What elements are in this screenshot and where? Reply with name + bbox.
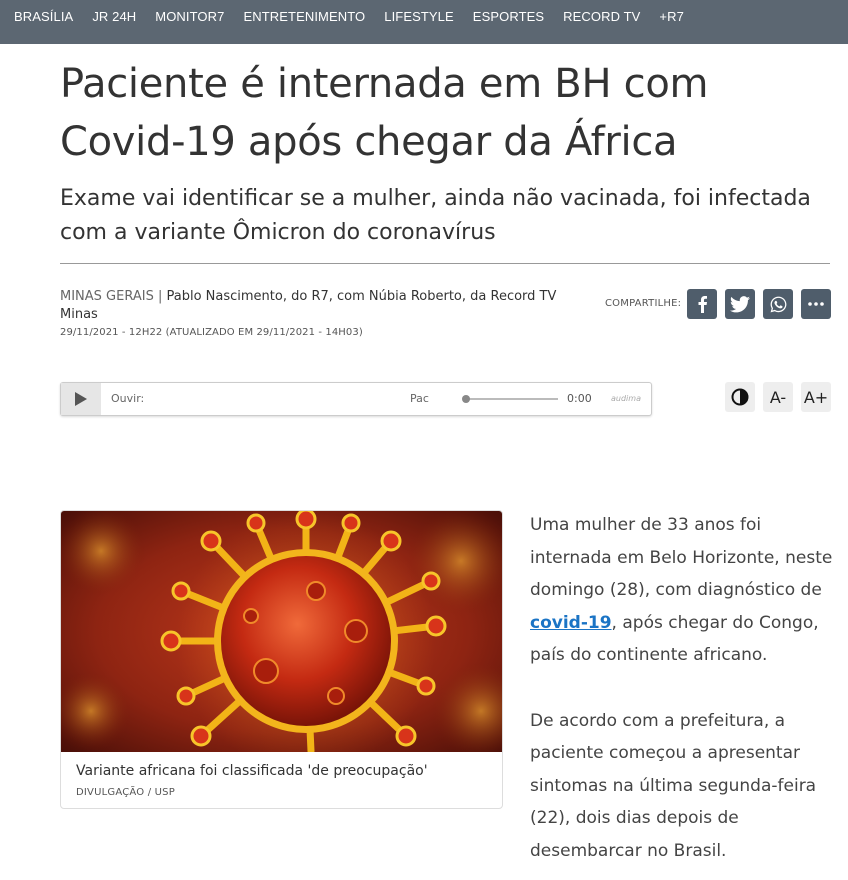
share-twitter-button[interactable]: [725, 289, 755, 319]
increase-font-button[interactable]: A+: [801, 382, 831, 412]
player-progress-bar[interactable]: [462, 395, 558, 403]
whatsapp-icon: [770, 296, 786, 312]
section-label[interactable]: MINAS GERAIS: [60, 289, 154, 304]
contrast-icon: [731, 388, 749, 406]
player-time: 0:00: [567, 392, 592, 405]
nav-item-brasilia[interactable]: BRASÍLIA: [14, 9, 73, 24]
twitter-icon: [730, 295, 750, 312]
coronavirus-image[interactable]: [61, 511, 503, 752]
byline-separator: |: [157, 289, 163, 304]
player-track-text: Pac: [410, 392, 429, 405]
header-divider: [60, 263, 830, 264]
play-button[interactable]: [61, 383, 101, 415]
article-body: Uma mulher de 33 anos foi internada em B…: [530, 509, 835, 880]
byline: MINAS GERAIS | Pablo Nascimento, do R7, …: [60, 288, 590, 324]
nav-item-jr24h[interactable]: JR 24H: [92, 9, 136, 24]
listen-label: Ouvir:: [111, 392, 145, 405]
figure-credit: DIVULGAÇÃO / USP: [76, 787, 175, 798]
paragraph-1-start: Uma mulher de 33 anos foi internada em B…: [530, 515, 833, 600]
top-navigation: BRASÍLIA JR 24H MONITOR7 ENTRETENIMENTO …: [0, 0, 848, 44]
audio-player: Ouvir: Pac 0:00 audima: [60, 382, 652, 416]
contrast-button[interactable]: [725, 382, 755, 412]
share-more-button[interactable]: [801, 289, 831, 319]
nav-item-more-r7[interactable]: +R7: [659, 9, 684, 24]
share-facebook-button[interactable]: [687, 289, 717, 319]
nav-item-entretenimento[interactable]: ENTRETENIMENTO: [243, 9, 365, 24]
nav-item-monitor7[interactable]: MONITOR7: [155, 9, 224, 24]
paragraph-2: De acordo com a prefeitura, a paciente c…: [530, 710, 817, 861]
figure-caption: Variante africana foi classificada 'de p…: [76, 763, 428, 779]
more-icon: [808, 302, 824, 306]
nav-item-lifestyle[interactable]: LIFESTYLE: [384, 9, 454, 24]
nav-item-esportes[interactable]: ESPORTES: [473, 9, 544, 24]
covid-19-link[interactable]: covid-19: [530, 613, 612, 633]
audima-logo[interactable]: audima: [611, 394, 641, 403]
share-label: COMPARTILHE:: [605, 298, 682, 309]
share-whatsapp-button[interactable]: [763, 289, 793, 319]
facebook-icon: [698, 296, 707, 313]
dateline: 29/11/2021 - 12H22 (ATUALIZADO EM 29/11/…: [60, 327, 363, 338]
paragraph-1: Uma mulher de 33 anos foi internada em B…: [530, 509, 835, 672]
play-icon: [75, 392, 87, 406]
decrease-font-button[interactable]: A-: [763, 382, 793, 412]
player-progress-knob[interactable]: [462, 395, 470, 403]
article-title: Paciente é internada em BH com Covid-19 …: [60, 61, 709, 165]
article-subtitle: Exame vai identificar se a mulher, ainda…: [60, 186, 811, 245]
nav-item-record-tv[interactable]: RECORD TV: [563, 9, 640, 24]
article-figure: Variante africana foi classificada 'de p…: [60, 510, 503, 809]
